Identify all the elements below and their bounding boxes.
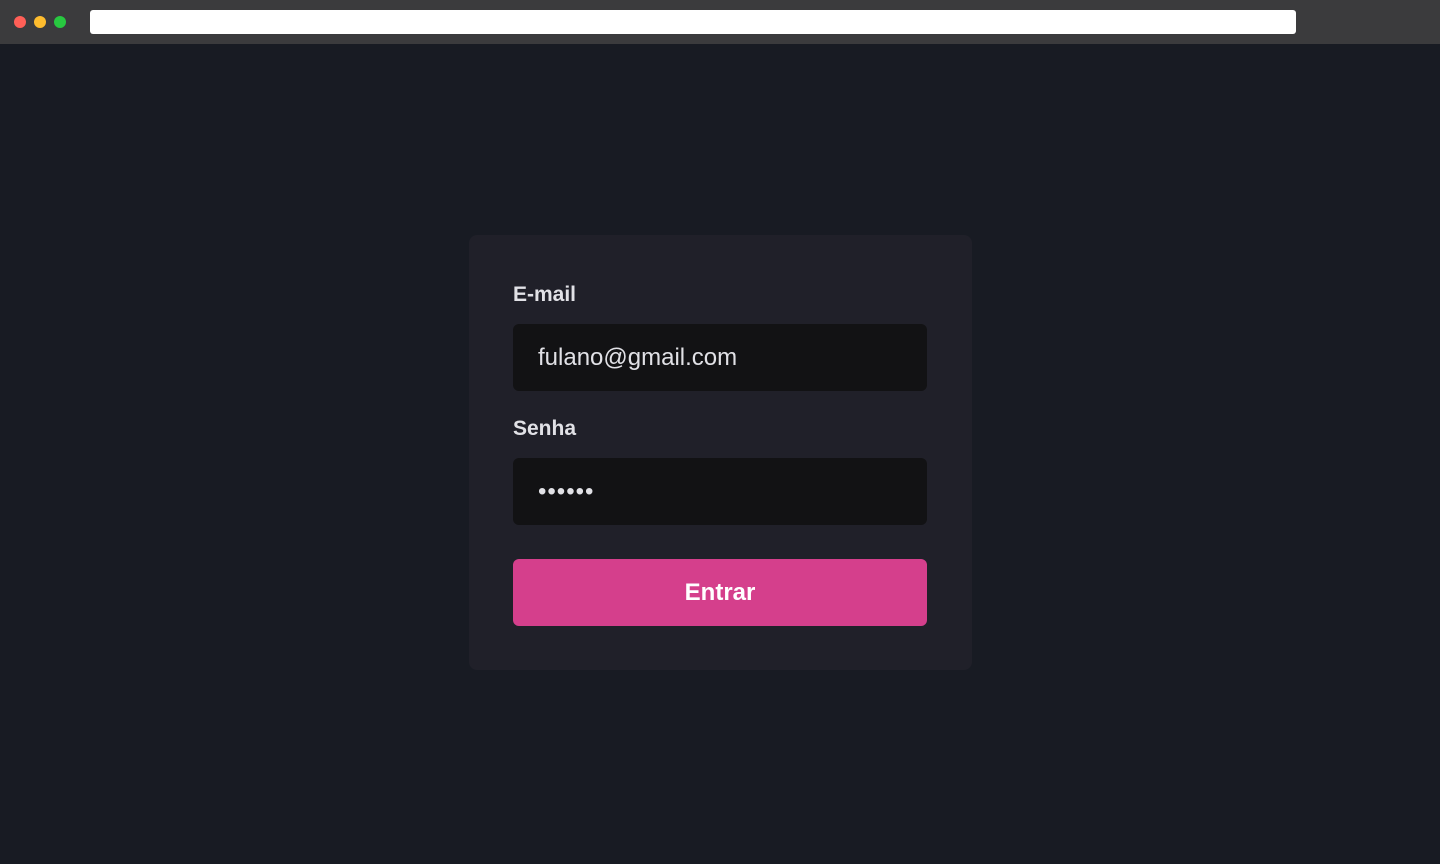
password-field[interactable] <box>513 458 927 525</box>
browser-titlebar <box>0 0 1440 44</box>
password-label: Senha <box>513 417 577 440</box>
address-bar[interactable] <box>90 10 1296 34</box>
email-label: E-mail <box>513 283 577 306</box>
maximize-window-icon[interactable] <box>54 16 66 28</box>
email-field[interactable] <box>513 324 927 391</box>
login-form: E-mail Senha Entrar <box>469 235 972 670</box>
minimize-window-icon[interactable] <box>34 16 46 28</box>
login-button[interactable]: Entrar <box>513 559 927 626</box>
close-window-icon[interactable] <box>14 16 26 28</box>
